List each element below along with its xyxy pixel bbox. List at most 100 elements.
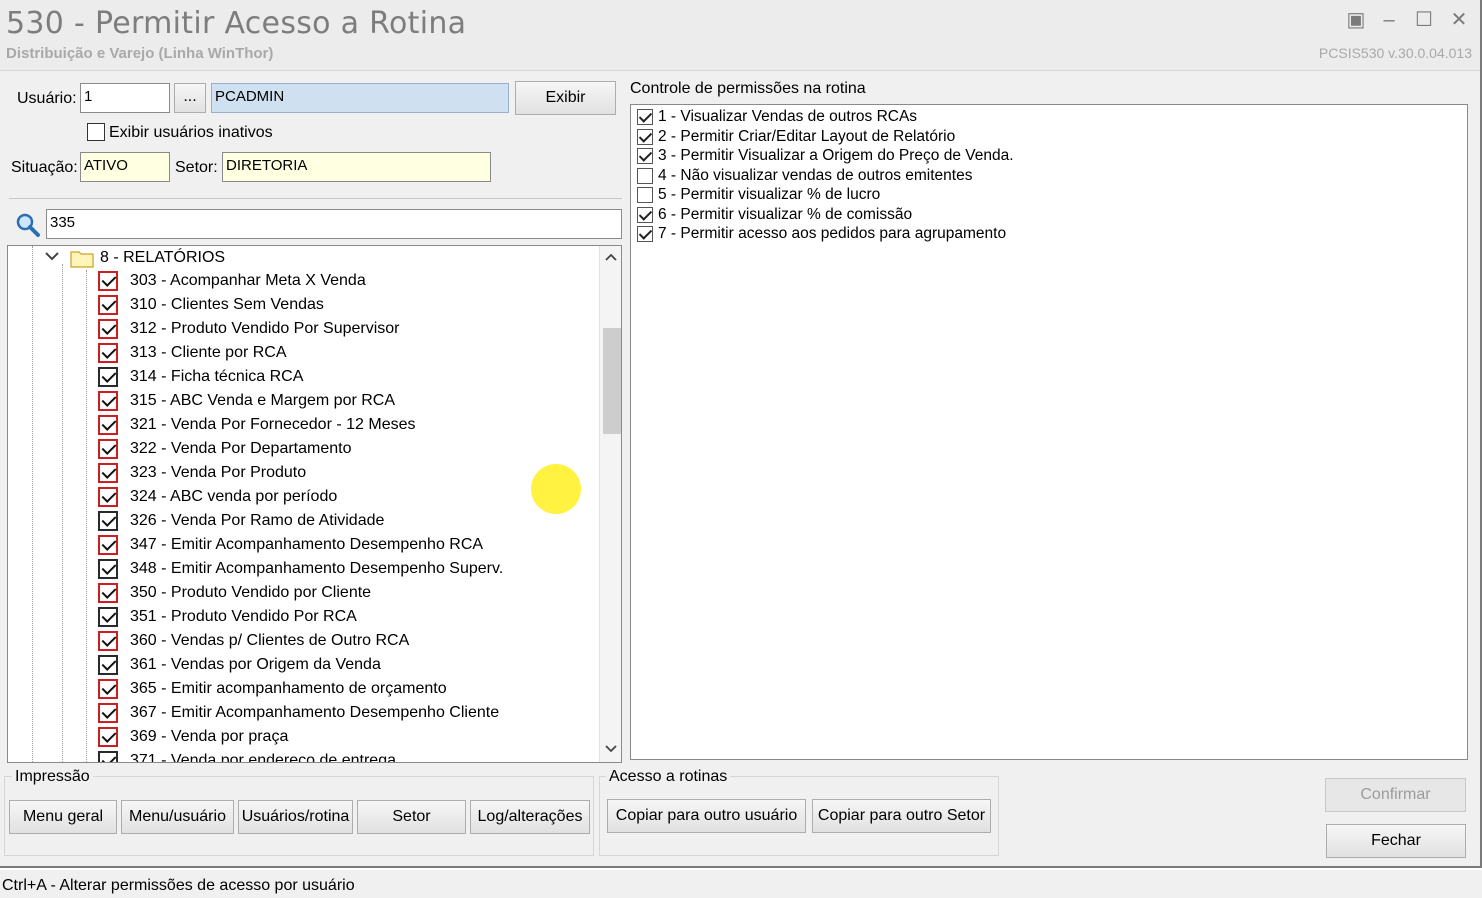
version-label: PCSIS530 v.30.0.04.013 xyxy=(1318,45,1472,61)
folder-icon xyxy=(70,248,94,268)
tree-item[interactable]: 360 - Vendas p/ Clientes de Outro RCA xyxy=(8,630,598,654)
permission-checkbox[interactable] xyxy=(637,226,653,242)
tree-item-checkbox[interactable] xyxy=(98,607,118,627)
tree-item[interactable]: 321 - Venda Por Fornecedor - 12 Meses xyxy=(8,414,598,438)
routine-tree[interactable]: 8 - RELATÓRIOS 303 - Acompanhar Meta X V… xyxy=(7,245,622,763)
permission-label: 6 - Permitir visualizar % de comissão xyxy=(658,205,913,223)
permissions-title: Controle de permissões na rotina xyxy=(630,80,866,97)
tree-scrollbar[interactable] xyxy=(599,246,621,762)
tree-item[interactable]: 313 - Cliente por RCA xyxy=(8,342,598,366)
tree-item-label: 369 - Venda por praça xyxy=(130,728,289,745)
tree-item-label: 350 - Produto Vendido por Cliente xyxy=(130,584,372,601)
tree-item-label: 303 - Acompanhar Meta X Venda xyxy=(130,272,366,289)
maximize-icon[interactable]: ☐ xyxy=(1412,8,1436,32)
inactive-users-checkbox[interactable] xyxy=(87,123,105,141)
tree-item[interactable]: 369 - Venda por praça xyxy=(8,726,598,750)
scroll-down-icon[interactable] xyxy=(600,740,621,760)
status-bar: Ctrl+A - Alterar permissões de acesso po… xyxy=(0,870,1482,898)
tree-item-checkbox[interactable] xyxy=(98,367,118,387)
permission-checkbox[interactable] xyxy=(637,128,653,145)
collapse-chevron-icon[interactable] xyxy=(44,248,62,268)
tree-item[interactable]: 351 - Produto Vendido Por RCA xyxy=(8,606,598,630)
tree-item-label: 310 - Clientes Sem Vendas xyxy=(130,296,324,313)
tree-item-checkbox[interactable] xyxy=(98,703,118,723)
tree-item[interactable]: 350 - Produto Vendido por Cliente xyxy=(8,582,598,606)
tree-item-checkbox[interactable] xyxy=(98,439,118,459)
tree-item-checkbox[interactable] xyxy=(98,535,118,555)
menu-usuario-button[interactable]: Menu/usuário xyxy=(121,800,234,834)
tree-item-checkbox[interactable] xyxy=(98,463,118,483)
tree-item[interactable]: 303 - Acompanhar Meta X Venda xyxy=(8,270,598,294)
divider xyxy=(9,198,622,199)
tree-item[interactable]: 324 - ABC venda por período xyxy=(8,486,598,510)
fechar-button[interactable]: Fechar xyxy=(1326,824,1466,858)
scroll-up-icon[interactable] xyxy=(600,248,621,268)
permission-checkbox[interactable] xyxy=(637,206,653,223)
close-icon[interactable]: ✕ xyxy=(1447,8,1471,32)
impressao-title: Impressão xyxy=(12,768,93,786)
tree-item-checkbox[interactable] xyxy=(98,295,118,315)
tree-item[interactable]: 315 - ABC Venda e Margem por RCA xyxy=(8,390,598,414)
tree-item[interactable]: 312 - Produto Vendido Por Supervisor xyxy=(8,318,598,342)
tree-item[interactable]: 314 - Ficha técnica RCA xyxy=(8,366,598,390)
usuario-code-input[interactable]: 1 xyxy=(80,83,170,113)
permission-checkbox[interactable] xyxy=(637,109,653,125)
minimize-icon[interactable]: ‒ xyxy=(1377,8,1401,32)
tree-item-checkbox[interactable] xyxy=(98,415,118,435)
tree-item-checkbox[interactable] xyxy=(98,583,118,603)
usuarios-rotina-button[interactable]: Usuários/rotina xyxy=(238,800,353,834)
situacao-label: Situação: xyxy=(11,159,78,176)
log-alteracoes-button[interactable]: Log/alterações xyxy=(470,800,590,834)
exibir-button[interactable]: Exibir xyxy=(515,81,616,115)
tree-item[interactable]: 347 - Emitir Acompanhamento Desempenho R… xyxy=(8,534,598,558)
tree-item[interactable]: 365 - Emitir acompanhamento de orçamento xyxy=(8,678,598,702)
tree-item-label: 371 - Venda por endereço de entrega xyxy=(130,752,396,763)
tree-item-label: 323 - Venda Por Produto xyxy=(130,464,307,481)
tree-item-checkbox[interactable] xyxy=(98,655,118,675)
usuario-name-field: PCADMIN xyxy=(211,83,509,113)
tree-item-checkbox[interactable] xyxy=(98,727,118,747)
permission-label: 5 - Permitir visualizar % de lucro xyxy=(658,186,881,203)
tree-item[interactable]: 367 - Emitir Acompanhamento Desempenho C… xyxy=(8,702,598,726)
tree-item[interactable]: 371 - Venda por endereço de entrega xyxy=(8,750,598,763)
permission-label: 7 - Permitir acesso aos pedidos para agr… xyxy=(658,225,1007,242)
scroll-thumb[interactable] xyxy=(603,328,621,434)
tree-item-checkbox[interactable] xyxy=(98,487,118,507)
tree-item-label: 347 - Emitir Acompanhamento Desempenho R… xyxy=(130,536,484,553)
copy-to-user-button[interactable]: Copiar para outro usuário xyxy=(607,799,806,833)
tree-item-label: 314 - Ficha técnica RCA xyxy=(130,368,304,385)
tree-item-checkbox[interactable] xyxy=(98,559,118,579)
setor-field: DIRETORIA xyxy=(222,152,491,182)
setor-button[interactable]: Setor xyxy=(357,800,466,834)
tree-item-checkbox[interactable] xyxy=(98,391,118,411)
tree-item-label: 351 - Produto Vendido Por RCA xyxy=(130,608,357,625)
permission-checkbox[interactable] xyxy=(637,187,653,203)
tree-item-checkbox[interactable] xyxy=(98,631,118,651)
acesso-title: Acesso a rotinas xyxy=(606,768,731,786)
tree-item[interactable]: 310 - Clientes Sem Vendas xyxy=(8,294,598,318)
confirmar-button[interactable]: Confirmar xyxy=(1325,778,1466,812)
tree-item-checkbox[interactable] xyxy=(98,679,118,699)
tree-item-label: 361 - Vendas por Origem da Venda xyxy=(130,656,381,673)
tree-item-checkbox[interactable] xyxy=(98,511,118,531)
menu-geral-button[interactable]: Menu geral xyxy=(9,800,117,834)
tree-item[interactable]: 326 - Venda Por Ramo de Atividade xyxy=(8,510,598,534)
tree-item-checkbox[interactable] xyxy=(98,271,118,291)
tree-item-checkbox[interactable] xyxy=(98,751,118,762)
permission-checkbox[interactable] xyxy=(637,167,653,184)
tree-item-checkbox[interactable] xyxy=(98,343,118,363)
tree-item[interactable]: 322 - Venda Por Departamento xyxy=(8,438,598,462)
copy-to-sector-button[interactable]: Copiar para outro Setor xyxy=(812,799,991,833)
tree-item[interactable]: 348 - Emitir Acompanhamento Desempenho S… xyxy=(8,558,598,582)
main-window: 530 - Permitir Acesso a Rotina Distribui… xyxy=(0,0,1482,868)
permission-checkbox[interactable] xyxy=(637,148,653,164)
tree-item[interactable]: 361 - Vendas por Origem da Venda xyxy=(8,654,598,678)
user-lookup-button[interactable]: ... xyxy=(174,83,206,113)
tree-item-label: 313 - Cliente por RCA xyxy=(130,344,287,361)
tree-item-label: 365 - Emitir acompanhamento de orçamento xyxy=(130,680,447,697)
tree-item[interactable]: 323 - Venda Por Produto xyxy=(8,462,598,486)
tree-folder-label: 8 - RELATÓRIOS xyxy=(100,249,226,266)
restore-icon[interactable]: ▣ xyxy=(1344,8,1368,32)
tree-item-checkbox[interactable] xyxy=(98,319,118,339)
search-input[interactable]: 335 xyxy=(46,209,622,239)
